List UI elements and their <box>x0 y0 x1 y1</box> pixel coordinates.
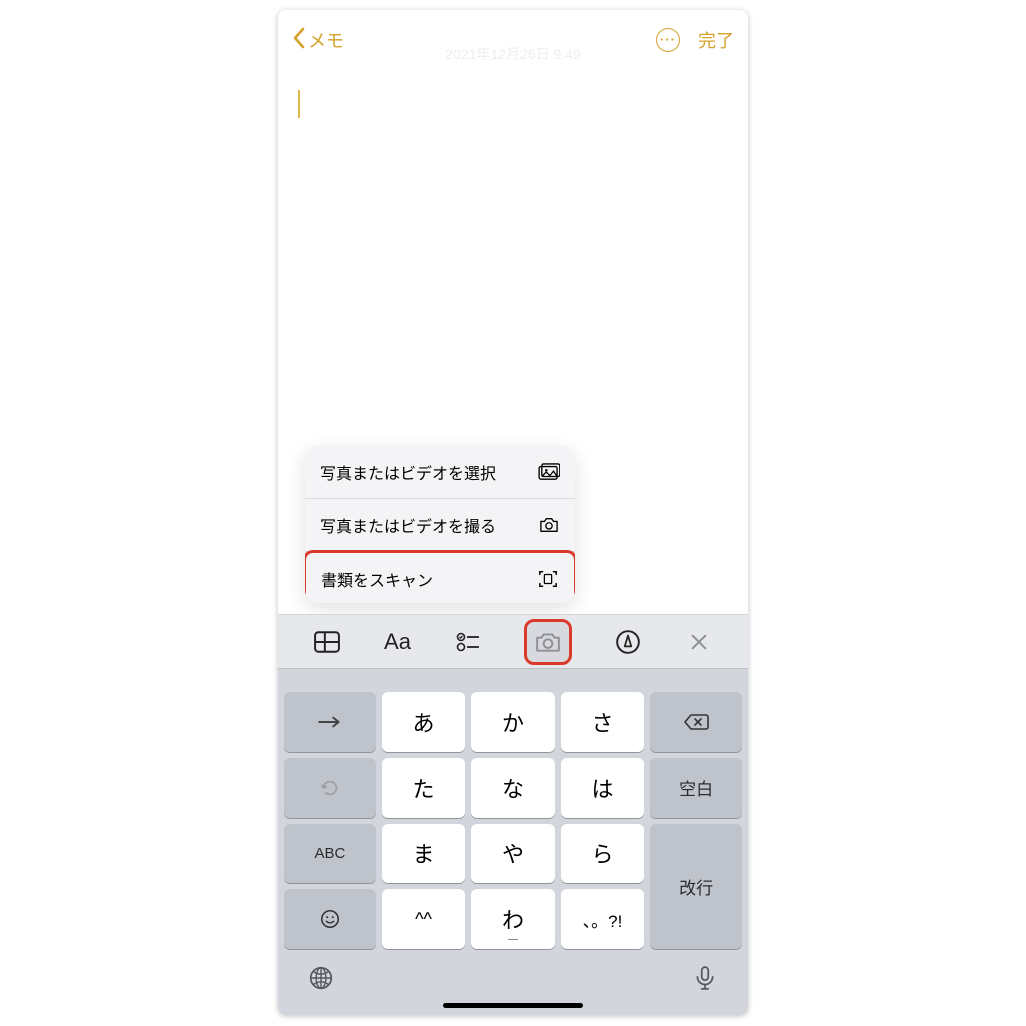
key-ha[interactable]: は <box>561 758 644 818</box>
checklist-icon[interactable] <box>454 628 482 656</box>
key-next-candidate[interactable] <box>284 692 376 752</box>
key-ma[interactable]: ま <box>382 824 465 884</box>
key-face[interactable]: ^^ <box>382 889 465 949</box>
table-icon[interactable] <box>313 628 341 656</box>
notes-toolbar: Aa <box>278 614 748 668</box>
scan-icon <box>537 570 559 588</box>
menu-item-label: 書類をスキャン <box>321 567 433 591</box>
key-backspace[interactable] <box>650 692 742 752</box>
key-ra[interactable]: ら <box>561 824 644 884</box>
key-space[interactable]: 空白 <box>650 758 742 818</box>
key-ka[interactable]: か <box>471 692 554 752</box>
key-undo[interactable] <box>284 758 376 818</box>
menu-take-media[interactable]: 写真またはビデオを撮る <box>305 499 575 552</box>
key-sa[interactable]: さ <box>561 692 644 752</box>
camera-icon <box>538 516 560 534</box>
key-ya[interactable]: や <box>471 824 554 884</box>
key-ta[interactable]: た <box>382 758 465 818</box>
camera-toolbar-button[interactable] <box>524 619 572 665</box>
menu-item-label: 写真またはビデオを撮る <box>320 513 496 537</box>
menu-scan-documents[interactable]: 書類をスキャン <box>305 550 575 603</box>
back-label: メモ <box>308 27 344 53</box>
menu-select-media[interactable]: 写真またはビデオを選択 <box>305 446 575 499</box>
chevron-left-icon <box>292 27 306 54</box>
menu-item-label: 写真またはビデオを選択 <box>320 460 496 484</box>
key-na[interactable]: な <box>471 758 554 818</box>
key-punct[interactable]: 、。?! <box>561 889 644 949</box>
key-a[interactable]: あ <box>382 692 465 752</box>
camera-icon <box>534 628 562 656</box>
photo-library-icon <box>538 463 560 481</box>
key-abc[interactable]: ABC <box>284 824 376 884</box>
done-button[interactable]: 完了 <box>698 27 734 53</box>
japanese-keyboard: あ か さ た な は 空白 ABC ま や ら 改行 ^^ わ <box>278 668 748 1015</box>
markup-icon[interactable] <box>614 628 642 656</box>
camera-context-menu: 写真またはビデオを選択 写真またはビデオを撮る 書類をスキャン <box>305 446 575 603</box>
back-button[interactable]: メモ <box>292 27 344 54</box>
close-keyboard-button[interactable] <box>685 628 713 656</box>
home-indicator[interactable] <box>443 1003 583 1008</box>
key-emoji[interactable] <box>284 889 376 949</box>
more-menu-icon[interactable] <box>656 28 680 52</box>
dictation-icon[interactable] <box>692 965 718 996</box>
text-cursor <box>298 90 300 118</box>
note-timestamp: 2021年12月26日 9:49 <box>445 44 580 64</box>
key-wa[interactable]: わ <box>471 889 554 949</box>
text-format-button[interactable]: Aa <box>383 628 411 656</box>
phone-screen: メモ 完了 2021年12月26日 9:49 写真またはビデオを選択 写真または… <box>278 10 748 1015</box>
key-return[interactable]: 改行 <box>650 824 742 950</box>
globe-icon[interactable] <box>308 965 334 996</box>
